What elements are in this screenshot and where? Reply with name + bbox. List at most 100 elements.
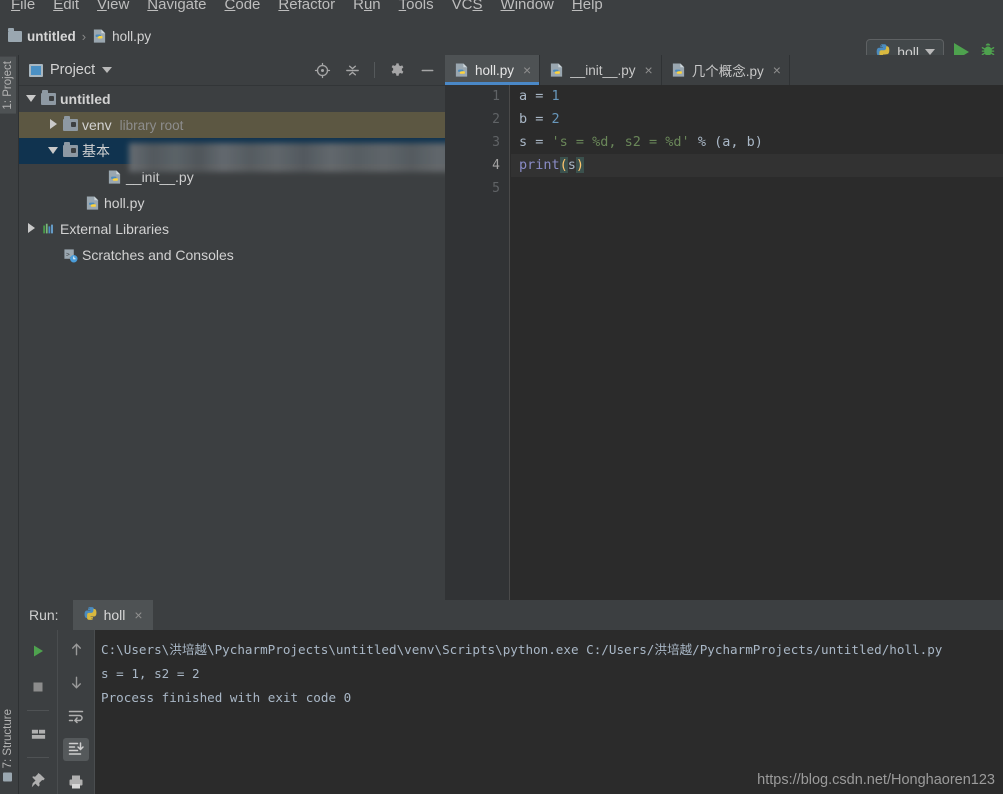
chevron-right-icon[interactable] bbox=[45, 118, 61, 132]
menu-bar: File Edit View Navigate Code Refactor Run Tools… bbox=[0, 0, 1003, 17]
folder-icon bbox=[63, 142, 78, 157]
breadcrumb-label: holl.py bbox=[112, 28, 152, 44]
run-panel-body: C:\Users\洪培越\PycharmProjects\untitled\ve… bbox=[19, 630, 1003, 794]
code-line[interactable]: b = 2 bbox=[511, 108, 1003, 131]
code-line[interactable] bbox=[511, 177, 1003, 200]
line-number: 5 bbox=[492, 181, 500, 196]
python-file-icon bbox=[92, 28, 107, 44]
code-line[interactable]: print(s) bbox=[511, 154, 1003, 177]
watermark-text: https://blog.csdn.net/Honghaoren123 bbox=[757, 772, 995, 788]
toolbar-divider bbox=[374, 62, 375, 78]
breadcrumb: untitled › holl.py bbox=[0, 27, 151, 44]
breadcrumb-item-file[interactable]: holl.py bbox=[92, 28, 151, 44]
tool-tab-label: 7: Structure bbox=[2, 709, 14, 769]
tree-node[interactable]: >_ Scratches and Consoles bbox=[19, 242, 445, 268]
soft-wrap-icon[interactable] bbox=[63, 704, 89, 727]
tree-node-label: untitled bbox=[60, 91, 111, 107]
tree-node[interactable]: External Libraries bbox=[19, 216, 445, 242]
project-title[interactable]: Project bbox=[29, 62, 113, 78]
breadcrumb-item-project[interactable]: untitled bbox=[8, 27, 76, 44]
python-icon bbox=[83, 606, 98, 624]
close-icon[interactable]: × bbox=[645, 62, 653, 78]
python-file-icon bbox=[454, 62, 469, 78]
structure-icon bbox=[3, 772, 13, 782]
tree-node-label: holl.py bbox=[104, 195, 145, 211]
folder-icon bbox=[8, 27, 22, 42]
run-actions-primary bbox=[19, 630, 57, 794]
editor-tab-label: __init__.py bbox=[570, 62, 636, 78]
gear-icon[interactable] bbox=[389, 62, 405, 78]
run-actions-secondary bbox=[57, 630, 95, 794]
left-tool-strip: 1: Project 7: Structure rites bbox=[0, 55, 19, 794]
line-number: 2 bbox=[492, 112, 500, 127]
pin-icon[interactable] bbox=[25, 768, 51, 794]
menu-item-file[interactable]: File bbox=[2, 0, 44, 13]
console-output[interactable]: C:\Users\洪培越\PycharmProjects\untitled\ve… bbox=[95, 630, 1003, 794]
console-line: Process finished with exit code 0 bbox=[101, 690, 352, 705]
tree-node-label: External Libraries bbox=[60, 221, 169, 237]
chevron-right-icon[interactable] bbox=[23, 222, 39, 236]
code-editor[interactable]: 1 2 3 4 5 a = 1b = 2s = 's = %d, s2 = %d' % … bbox=[445, 85, 1003, 600]
editor-tab[interactable]: holl.py × bbox=[445, 55, 541, 85]
close-icon[interactable]: × bbox=[134, 607, 142, 623]
chevron-down-icon[interactable] bbox=[45, 146, 61, 157]
menu-item-refactor[interactable]: Refactor bbox=[269, 0, 344, 13]
editor-tab[interactable]: 几个概念.py × bbox=[662, 55, 790, 85]
sidebar-tab-structure[interactable]: 7: Structure bbox=[0, 705, 16, 785]
editor-area: holl.py × __init__.py × 几个概念.py × 1 2 3 4 5 a = 1… bbox=[445, 55, 1003, 600]
project-panel-header: Project bbox=[19, 55, 445, 86]
close-icon[interactable]: × bbox=[773, 62, 781, 78]
stop-icon[interactable] bbox=[25, 674, 51, 700]
menu-item-navigate[interactable]: Navigate bbox=[138, 0, 215, 13]
layout-icon[interactable] bbox=[25, 721, 51, 747]
up-arrow-icon[interactable] bbox=[63, 638, 89, 661]
toolbar-divider bbox=[27, 757, 49, 758]
run-tab-label: holl bbox=[103, 607, 126, 623]
code-content[interactable]: a = 1b = 2s = 's = %d, s2 = %d' % (a, b)… bbox=[511, 85, 1003, 600]
project-tool-window: Project untitled venv library root 基本 __… bbox=[19, 55, 465, 600]
tree-node[interactable]: holl.py bbox=[19, 190, 445, 216]
chevron-down-icon[interactable] bbox=[23, 94, 39, 105]
menu-item-help[interactable]: Help bbox=[563, 0, 612, 13]
tree-node[interactable]: untitled bbox=[19, 86, 445, 112]
scratches-icon: >_ bbox=[63, 248, 78, 263]
tree-node-label: Scratches and Consoles bbox=[82, 247, 234, 263]
collapse-all-icon[interactable] bbox=[344, 62, 360, 78]
project-title-label: Project bbox=[50, 62, 96, 78]
project-header-actions bbox=[314, 62, 439, 79]
close-icon[interactable]: × bbox=[523, 62, 531, 78]
console-line: s = 1, s2 = 2 bbox=[101, 666, 200, 681]
editor-tab-label: holl.py bbox=[475, 62, 515, 78]
python-file-icon bbox=[549, 62, 564, 78]
sidebar-tab-project[interactable]: 1: Project bbox=[0, 57, 16, 114]
folder-icon bbox=[41, 90, 56, 105]
pycharm-window: File Edit View Navigate Code Refactor Run Tools… bbox=[0, 0, 1003, 794]
python-file-icon bbox=[671, 62, 686, 78]
menu-item-code[interactable]: Code bbox=[216, 0, 270, 13]
minimize-icon[interactable] bbox=[419, 62, 435, 78]
libraries-icon bbox=[41, 222, 56, 236]
rerun-icon[interactable] bbox=[25, 638, 51, 664]
menu-item-view[interactable]: View bbox=[88, 0, 138, 13]
menu-item-run[interactable]: Run bbox=[344, 0, 390, 13]
code-line[interactable]: a = 1 bbox=[511, 85, 1003, 108]
project-icon bbox=[29, 63, 43, 77]
line-number-gutter: 1 2 3 4 5 bbox=[445, 85, 510, 600]
navigation-bar: untitled › holl.py holl bbox=[0, 17, 1003, 65]
menu-item-window[interactable]: Window bbox=[492, 0, 563, 13]
down-arrow-icon[interactable] bbox=[63, 671, 89, 694]
editor-tab[interactable]: __init__.py × bbox=[540, 55, 662, 85]
run-tab-holl[interactable]: holl × bbox=[72, 600, 153, 630]
locate-icon[interactable] bbox=[314, 62, 331, 79]
console-line: C:\Users\洪培越\PycharmProjects\untitled\ve… bbox=[101, 642, 943, 657]
menu-item-edit[interactable]: Edit bbox=[44, 0, 88, 13]
print-icon[interactable] bbox=[63, 771, 89, 794]
menu-item-vcs[interactable]: VCS bbox=[443, 0, 492, 13]
tree-node[interactable]: venv library root bbox=[19, 112, 445, 138]
code-line[interactable]: s = 's = %d, s2 = %d' % (a, b) bbox=[511, 131, 1003, 154]
python-file-icon bbox=[85, 195, 100, 211]
python-file-icon bbox=[107, 169, 122, 185]
tree-node-label: 基本 bbox=[82, 143, 110, 159]
scroll-to-end-icon[interactable] bbox=[63, 737, 89, 761]
menu-item-tools[interactable]: Tools bbox=[390, 0, 443, 13]
